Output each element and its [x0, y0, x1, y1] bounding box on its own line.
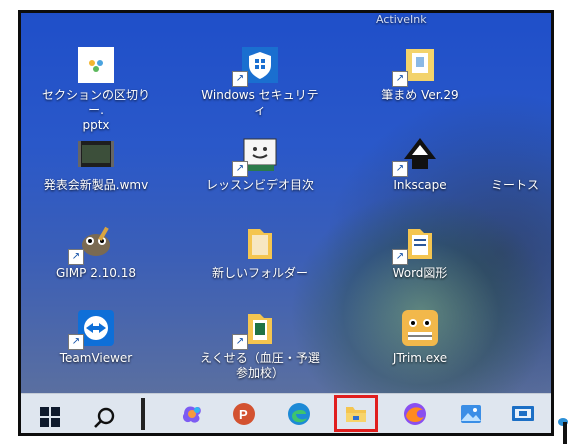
- shortcut-arrow-icon: ↗: [68, 334, 84, 350]
- icon-label: 筆まめ Ver.29: [381, 88, 459, 102]
- jtrim-icon: [398, 308, 442, 348]
- partial-icon: [501, 135, 545, 175]
- icon-label: Inkscape: [393, 178, 447, 192]
- lesson-video-icon: ↗: [232, 135, 282, 177]
- desktop: ActiveInk セクションの区切りー. pptx ↗ Windows セキュ…: [21, 13, 551, 393]
- desktop-icon-teamviewer[interactable]: ↗ TeamViewer: [35, 308, 157, 366]
- svg-text:P: P: [239, 407, 248, 422]
- desktop-icon-new-folder[interactable]: 新しいフォルダー: [199, 223, 321, 281]
- shortcut-arrow-icon: ↗: [232, 334, 248, 350]
- remote-desktop-icon[interactable]: [510, 401, 536, 427]
- shortcut-arrow-icon: ↗: [232, 161, 248, 177]
- edge-icon[interactable]: [286, 401, 312, 427]
- shortcut-arrow-icon: ↗: [68, 249, 84, 265]
- gimp-icon: ↗: [68, 223, 118, 265]
- cut-off-label: ActiveInk: [376, 13, 427, 26]
- copilot-icon[interactable]: [179, 401, 205, 427]
- powerpoint-icon[interactable]: P: [231, 401, 257, 427]
- icon-label: えくせる（血圧・予選 参加校）: [200, 351, 320, 380]
- indicator-bar: [563, 422, 567, 444]
- icon-label: Word図形: [392, 266, 448, 280]
- video-file-icon: [74, 135, 118, 175]
- desktop-icon-excel-folder[interactable]: ↗ えくせる（血圧・予選 参加校）: [199, 308, 321, 381]
- pptx-file-icon: [74, 45, 118, 85]
- desktop-icon-gimp[interactable]: ↗ GIMP 2.10.18: [35, 223, 157, 281]
- desktop-icon-windows-security[interactable]: ↗ Windows セキュリテ ィ: [199, 45, 321, 118]
- firefox-icon[interactable]: [402, 401, 428, 427]
- screenshot-frame: ActiveInk セクションの区切りー. pptx ↗ Windows セキュ…: [18, 10, 554, 436]
- start-icon[interactable]: [39, 406, 65, 432]
- desktop-icon-wmv[interactable]: 発表会新製品.wmv: [35, 135, 157, 193]
- inkscape-icon: ↗: [392, 135, 442, 177]
- shortcut-arrow-icon: ↗: [232, 71, 248, 87]
- desktop-icon-partial[interactable]: ミートス: [491, 135, 551, 193]
- folder-icon: ↗: [232, 308, 282, 350]
- icon-label: レッスンビデオ目次: [205, 178, 314, 192]
- icon-label: 新しいフォルダー: [211, 266, 308, 280]
- file-explorer-icon[interactable]: [343, 401, 369, 427]
- search-icon[interactable]: [93, 406, 119, 432]
- shortcut-arrow-icon: ↗: [392, 71, 408, 87]
- icon-label: セクションの区切りー. pptx: [41, 88, 150, 132]
- desktop-icon-lesson-video[interactable]: ↗ レッスンビデオ目次: [199, 135, 321, 193]
- icon-label: JTrim.exe: [392, 351, 448, 365]
- windows-security-icon: ↗: [232, 45, 282, 87]
- icon-label: 発表会新製品.wmv: [43, 178, 149, 192]
- taskbar-separator: [141, 398, 145, 430]
- teamviewer-icon: ↗: [68, 308, 118, 350]
- shortcut-arrow-icon: ↗: [392, 161, 408, 177]
- folder-icon: [238, 223, 282, 263]
- icon-label: Windows セキュリテ ィ: [201, 88, 319, 117]
- icon-label: TeamViewer: [59, 351, 133, 365]
- shortcut-arrow-icon: ↗: [392, 249, 408, 265]
- icon-label: ミートス: [491, 178, 540, 192]
- folder-icon: ↗: [392, 223, 442, 265]
- desktop-icon-jtrim[interactable]: JTrim.exe: [359, 308, 481, 366]
- desktop-icon-inkscape[interactable]: ↗ Inkscape: [359, 135, 481, 193]
- fudemame-icon: ↗: [392, 45, 442, 87]
- desktop-icon-fudemame[interactable]: ↗ 筆まめ Ver.29: [359, 45, 481, 103]
- icon-label: GIMP 2.10.18: [55, 266, 137, 280]
- taskbar: P: [21, 393, 551, 433]
- desktop-icon-pptx[interactable]: セクションの区切りー. pptx: [35, 45, 157, 133]
- photos-icon[interactable]: [458, 401, 484, 427]
- desktop-icon-word-shapes[interactable]: ↗ Word図形: [359, 223, 481, 281]
